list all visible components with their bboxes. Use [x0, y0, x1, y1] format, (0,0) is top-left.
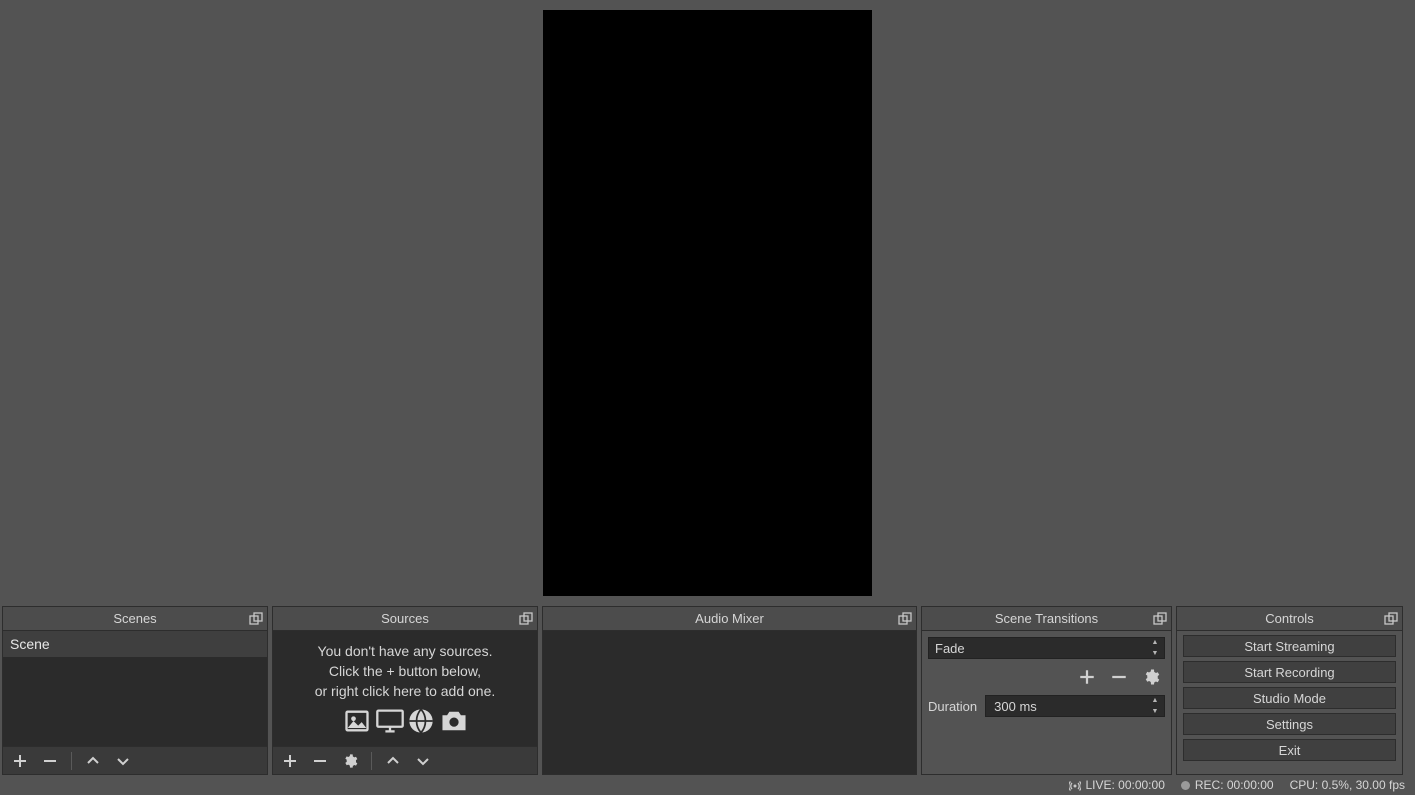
status-rec-text: REC: 00:00:00 — [1195, 778, 1274, 792]
status-rec: REC: 00:00:00 — [1181, 778, 1274, 792]
transitions-dock-title: Scene Transitions — [995, 611, 1098, 626]
broadcast-icon — [1069, 780, 1080, 791]
scenes-dock: Scenes Scene — [2, 606, 268, 775]
status-bar: LIVE: 00:00:00 REC: 00:00:00 CPU: 0.5%, … — [0, 775, 1415, 795]
remove-source-button[interactable] — [309, 750, 331, 772]
display-icon — [375, 707, 403, 735]
audio-mixer-dock: Audio Mixer — [542, 606, 917, 775]
mixer-dock-title: Audio Mixer — [695, 611, 764, 626]
scenes-dock-title: Scenes — [113, 611, 156, 626]
settings-button[interactable]: Settings — [1183, 713, 1396, 735]
preview-area — [0, 0, 1415, 606]
scene-item[interactable]: Scene — [3, 631, 267, 657]
spinbox-arrows-icon: ▲▼ — [1148, 697, 1162, 715]
transitions-dock: Scene Transitions Fade ▲▼ — [921, 606, 1172, 775]
remove-scene-button[interactable] — [39, 750, 61, 772]
duration-spinbox[interactable]: 300 ms ▲▼ — [985, 695, 1165, 717]
toolbar-separator — [71, 752, 72, 770]
sources-hint-icons — [343, 707, 467, 735]
transitions-toolbar — [928, 665, 1165, 689]
select-spin-icon: ▲▼ — [1148, 639, 1162, 657]
remove-transition-button[interactable] — [1107, 665, 1131, 689]
move-scene-down-button[interactable] — [112, 750, 134, 772]
sources-empty-line: You don't have any sources. — [318, 641, 493, 661]
popout-icon[interactable] — [247, 610, 265, 628]
sources-empty-line: or right click here to add one. — [315, 681, 496, 701]
transition-properties-button[interactable] — [1139, 665, 1163, 689]
popout-icon[interactable] — [517, 610, 535, 628]
status-cpu: CPU: 0.5%, 30.00 fps — [1290, 778, 1405, 792]
mixer-content[interactable] — [543, 631, 916, 774]
transition-select[interactable]: Fade ▲▼ — [928, 637, 1165, 659]
sources-toolbar — [273, 746, 537, 774]
duration-row: Duration 300 ms ▲▼ — [928, 695, 1165, 717]
popout-icon[interactable] — [1151, 610, 1169, 628]
scenes-body: Scene — [3, 631, 267, 774]
globe-icon — [407, 707, 435, 735]
move-source-up-button[interactable] — [382, 750, 404, 772]
move-scene-up-button[interactable] — [82, 750, 104, 772]
docks-row: Scenes Scene — [0, 606, 1415, 775]
sources-dock: Sources You don't have any sources. Clic… — [272, 606, 538, 775]
popout-icon[interactable] — [896, 610, 914, 628]
move-source-down-button[interactable] — [412, 750, 434, 772]
sources-dock-title: Sources — [381, 611, 429, 626]
controls-dock: Controls Start Streaming Start Recording… — [1176, 606, 1403, 775]
sources-empty-line: Click the + button below, — [329, 661, 481, 681]
sources-dock-header: Sources — [273, 607, 537, 631]
duration-label: Duration — [928, 699, 977, 714]
controls-body: Start Streaming Start Recording Studio M… — [1177, 631, 1402, 774]
popout-icon[interactable] — [1382, 610, 1400, 628]
camera-icon — [439, 707, 467, 735]
start-streaming-button[interactable]: Start Streaming — [1183, 635, 1396, 657]
controls-dock-header: Controls — [1177, 607, 1402, 631]
start-recording-button[interactable]: Start Recording — [1183, 661, 1396, 683]
exit-button[interactable]: Exit — [1183, 739, 1396, 761]
status-live-text: LIVE: 00:00:00 — [1085, 778, 1164, 792]
duration-value: 300 ms — [994, 699, 1037, 714]
transitions-dock-header: Scene Transitions — [922, 607, 1171, 631]
scenes-toolbar — [3, 746, 267, 774]
sources-empty-message[interactable]: You don't have any sources. Click the + … — [273, 631, 537, 746]
mixer-body — [543, 631, 916, 774]
status-live: LIVE: 00:00:00 — [1069, 778, 1164, 792]
sources-body: You don't have any sources. Click the + … — [273, 631, 537, 774]
add-source-button[interactable] — [279, 750, 301, 772]
image-icon — [343, 707, 371, 735]
studio-mode-button[interactable]: Studio Mode — [1183, 687, 1396, 709]
transitions-body: Fade ▲▼ Duration 300 ms ▲▼ — [922, 631, 1171, 774]
toolbar-separator — [371, 752, 372, 770]
transition-selected-label: Fade — [935, 641, 965, 656]
controls-dock-title: Controls — [1265, 611, 1313, 626]
scenes-list[interactable]: Scene — [3, 631, 267, 746]
add-transition-button[interactable] — [1075, 665, 1099, 689]
mixer-dock-header: Audio Mixer — [543, 607, 916, 631]
scenes-dock-header: Scenes — [3, 607, 267, 631]
preview-canvas[interactable] — [543, 10, 872, 596]
record-dot-icon — [1181, 781, 1190, 790]
status-cpu-text: CPU: 0.5%, 30.00 fps — [1290, 778, 1405, 792]
add-scene-button[interactable] — [9, 750, 31, 772]
source-properties-button[interactable] — [339, 750, 361, 772]
